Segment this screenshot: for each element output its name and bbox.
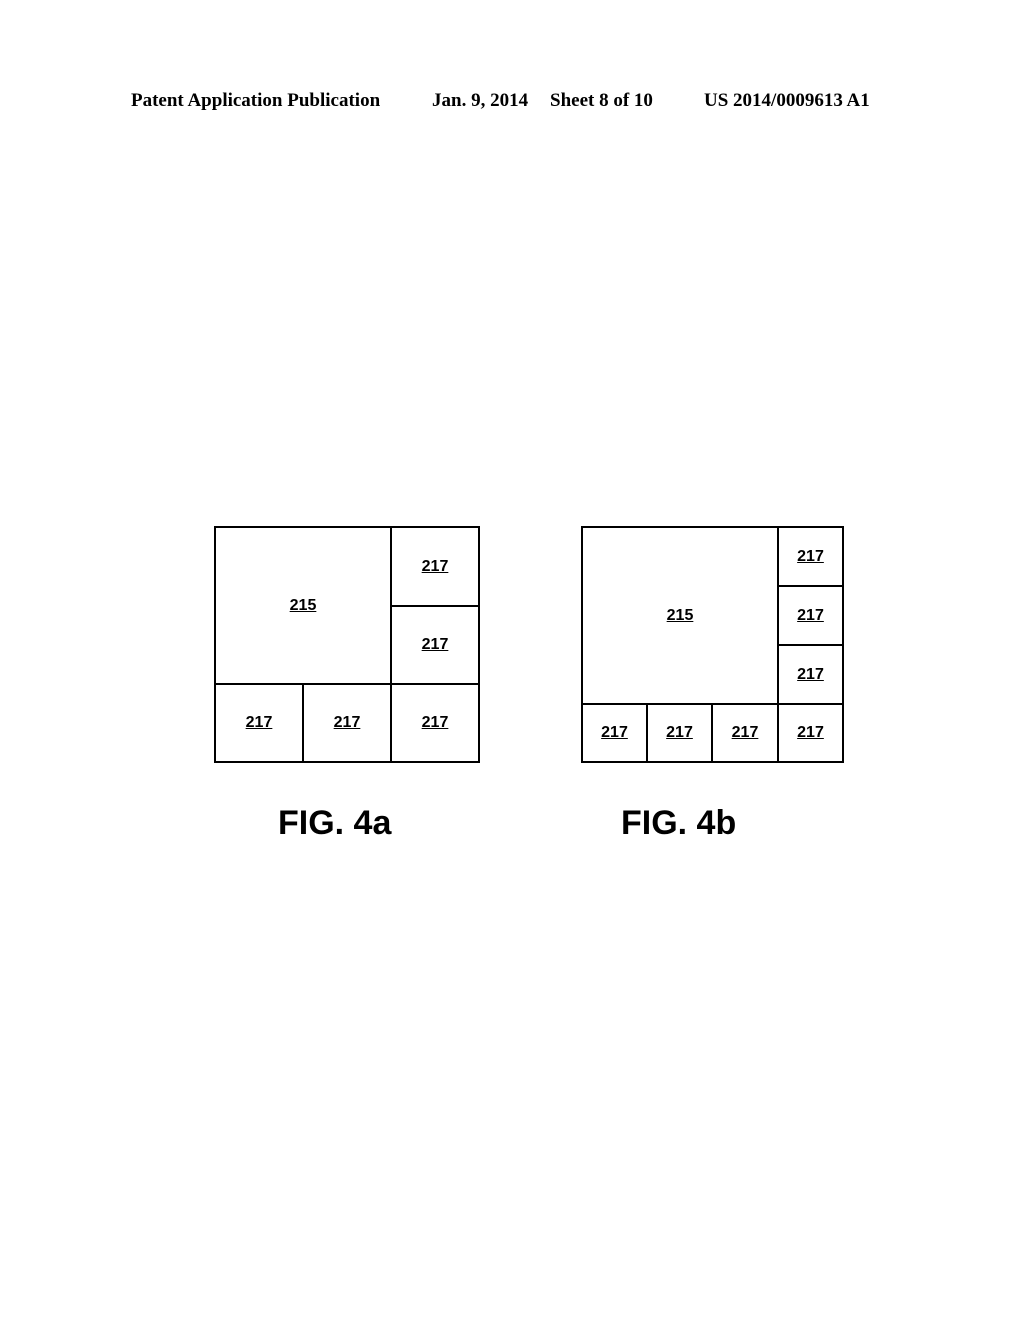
sub-region: 217: [777, 644, 844, 705]
main-region: 215: [581, 526, 779, 705]
patent-number: US 2014/0009613 A1: [704, 90, 870, 111]
figure-4a-caption: FIG. 4a: [278, 804, 392, 842]
sub-region: 217: [711, 703, 779, 763]
sub-region-label: 217: [333, 714, 361, 731]
figure-4a-layout: 215 217 217 217 217 217: [214, 526, 480, 763]
sub-region: 217: [390, 683, 480, 763]
sub-region: 217: [390, 605, 480, 685]
sub-region-label: 217: [797, 724, 824, 741]
sub-region: 217: [777, 526, 844, 587]
sub-region-label: 217: [601, 724, 628, 741]
sub-region-label: 217: [797, 547, 824, 565]
sub-region-label: 217: [797, 665, 824, 683]
sub-region: 217: [581, 703, 648, 763]
publication-date: Jan. 9, 2014: [432, 90, 529, 111]
sub-region: 217: [214, 683, 304, 763]
main-region-label: 215: [666, 606, 694, 624]
sub-region-label: 217: [245, 714, 273, 731]
sub-region-label: 217: [666, 724, 693, 741]
figure-4b-layout: 215 217 217 217 217 217 217 217: [581, 526, 844, 763]
sub-region: 217: [777, 703, 844, 763]
sub-region-label: 217: [731, 724, 759, 741]
sub-region: 217: [390, 526, 480, 607]
sheet-number: Sheet 8 of 10: [550, 90, 653, 111]
figure-4b-caption: FIG. 4b: [621, 804, 737, 842]
main-region: 215: [214, 526, 392, 685]
sub-region: 217: [777, 585, 844, 646]
main-region-label: 215: [289, 596, 317, 614]
publication-type: Patent Application Publication: [131, 90, 381, 111]
sub-region-label: 217: [797, 606, 824, 624]
sub-region-label: 217: [421, 557, 449, 575]
sub-region: 217: [302, 683, 392, 763]
sub-region-label: 217: [421, 636, 449, 653]
sub-region: 217: [646, 703, 713, 763]
sub-region-label: 217: [421, 714, 449, 731]
